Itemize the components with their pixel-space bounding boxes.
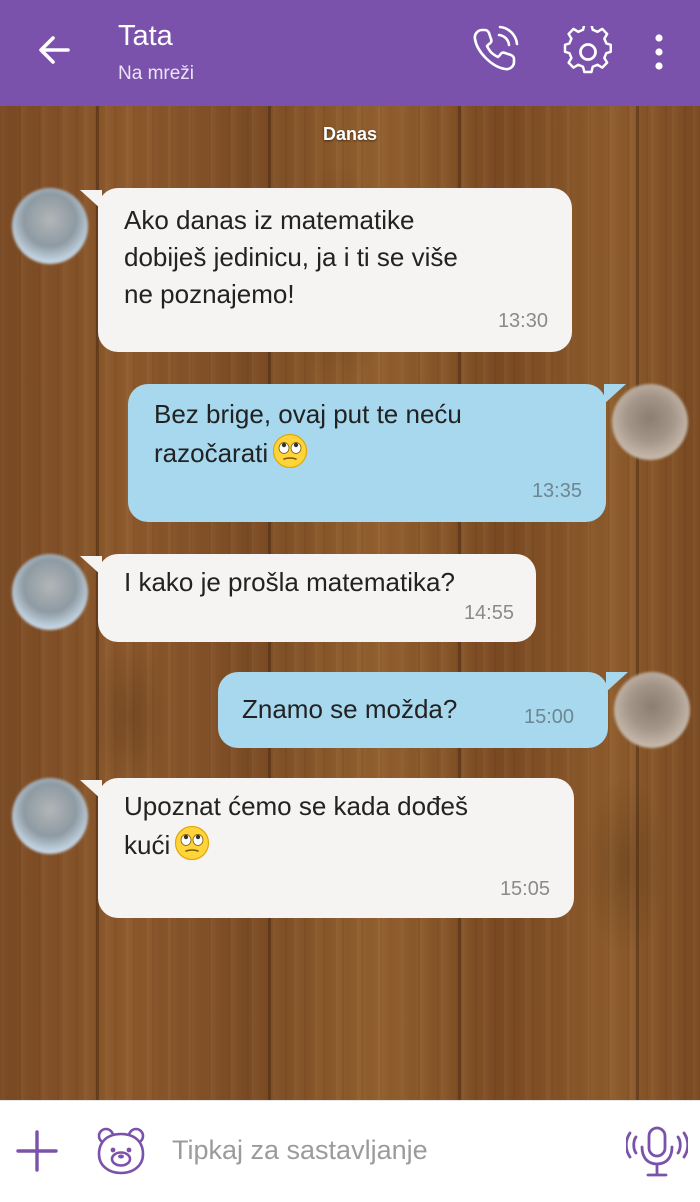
chat-header: Tata Na mreži: [0, 0, 700, 106]
back-arrow-icon[interactable]: [34, 30, 74, 70]
rolling-eyes-emoji-icon: [175, 825, 210, 861]
message-input[interactable]: [172, 1127, 592, 1173]
message-text-line: kući: [124, 830, 171, 860]
message-time: 15:05: [499, 878, 550, 900]
message-bubble-outgoing[interactable]: Znamo se možda? 15:00: [218, 672, 608, 748]
chat-area[interactable]: Danas Ako danas iz matematike dobiješ je…: [0, 106, 700, 1100]
plus-icon[interactable]: [14, 1128, 60, 1174]
message-bubble-incoming[interactable]: I kako je prošla matematika? 14:55: [98, 554, 536, 642]
contact-avatar[interactable]: [12, 554, 88, 630]
date-divider: Danas: [322, 124, 378, 144]
more-vertical-icon[interactable]: [648, 32, 670, 72]
message-time: 13:30: [497, 310, 548, 332]
message-text-line: Bez brige, ovaj put te neću: [154, 399, 462, 429]
message-bubble-incoming[interactable]: Ako danas iz matematike dobiješ jedinicu…: [98, 188, 572, 352]
message-bubble-outgoing[interactable]: Bez brige, ovaj put te neću razočarati 1…: [128, 384, 606, 522]
sticker-bear-icon[interactable]: [94, 1125, 148, 1177]
phone-call-icon[interactable]: [468, 22, 522, 76]
message-time: 13:35: [531, 480, 582, 502]
my-avatar[interactable]: [614, 672, 690, 748]
message-text-line: I kako je prošla matematika?: [124, 567, 455, 597]
message-text-line: dobiješ jedinicu, ja i ti se više: [124, 242, 458, 272]
microphone-icon[interactable]: [626, 1123, 688, 1181]
contact-avatar[interactable]: [12, 778, 88, 854]
message-time: 14:55: [463, 602, 514, 624]
message-time: 15:00: [524, 706, 575, 728]
message-text-line: Ako danas iz matematike: [124, 205, 415, 235]
message-text-line: Znamo se možda?: [242, 694, 458, 724]
message-bubble-incoming[interactable]: Upoznat ćemo se kada dođeš kući 15:05: [98, 778, 574, 918]
message-text-line: razočarati: [154, 438, 269, 468]
message-composer: [0, 1100, 700, 1202]
contact-avatar[interactable]: [12, 188, 88, 264]
message-text-line: Upoznat ćemo se kada dođeš: [124, 791, 468, 821]
rolling-eyes-emoji-icon: [273, 433, 308, 469]
my-avatar[interactable]: [612, 384, 688, 460]
message-text-line: ne poznajemo!: [124, 279, 295, 309]
contact-name[interactable]: Tata: [118, 20, 173, 53]
contact-status: Na mreži: [118, 63, 195, 84]
gear-icon[interactable]: [562, 26, 614, 78]
